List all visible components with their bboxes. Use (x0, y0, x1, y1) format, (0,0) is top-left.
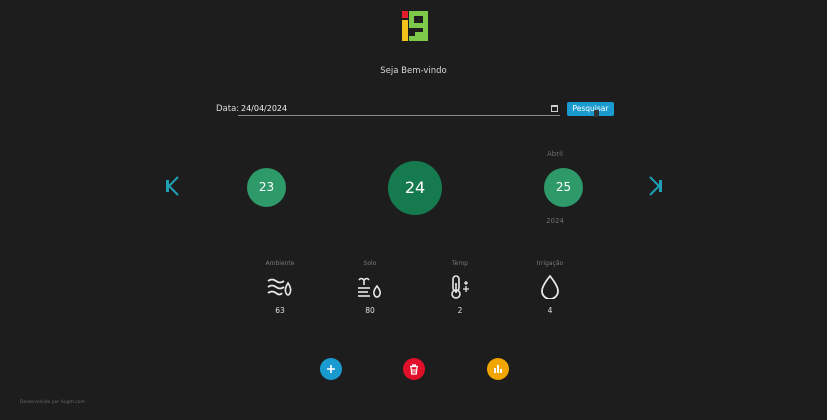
add-button[interactable] (320, 358, 342, 380)
prev-arrow-icon[interactable] (164, 176, 182, 196)
footer-text: Desenvolvido por Augm.com (20, 400, 85, 405)
delete-button[interactable] (403, 358, 425, 380)
metric-ambiente: Ambiente 63 (250, 260, 310, 315)
logo (402, 11, 428, 41)
year-label: 2024 (546, 217, 564, 225)
metric-value: 80 (365, 306, 375, 315)
calendar-icon[interactable] (551, 105, 558, 112)
mouse-cursor (594, 110, 599, 117)
next-arrow-icon[interactable] (646, 176, 664, 196)
metric-value: 4 (547, 306, 553, 315)
soil-drop-icon (358, 277, 381, 298)
day-next[interactable]: 25 (544, 168, 583, 207)
metric-temp: Temp 2 (430, 260, 490, 315)
thermometer-icon (451, 275, 469, 299)
metric-label: Temp (452, 260, 468, 267)
metric-label: Ambiente (265, 260, 295, 267)
metric-irrigacao: Irrigação 4 (520, 260, 580, 315)
wind-water-icon (267, 278, 292, 296)
day-current[interactable]: 24 (388, 161, 442, 215)
search-button[interactable]: Pesquisar (567, 102, 614, 116)
day-prev[interactable]: 23 (247, 168, 286, 207)
trash-icon (410, 363, 418, 375)
metric-solo: Solo 80 (340, 260, 400, 315)
date-label: Data: (216, 104, 240, 114)
date-input[interactable]: 24/04/2024 (238, 102, 560, 116)
water-drop-icon (541, 275, 559, 299)
chart-button[interactable] (487, 358, 509, 380)
metric-label: Solo (363, 260, 377, 267)
month-label: Abril (547, 150, 563, 158)
metric-label: Irrigação (536, 260, 564, 267)
welcome-text: Seja Bem-vindo (380, 66, 447, 76)
metric-value: 2 (457, 306, 463, 315)
plus-icon (327, 365, 335, 373)
metric-value: 63 (275, 306, 285, 315)
bar-chart-icon (494, 365, 502, 373)
date-value: 24/04/2024 (241, 104, 288, 113)
